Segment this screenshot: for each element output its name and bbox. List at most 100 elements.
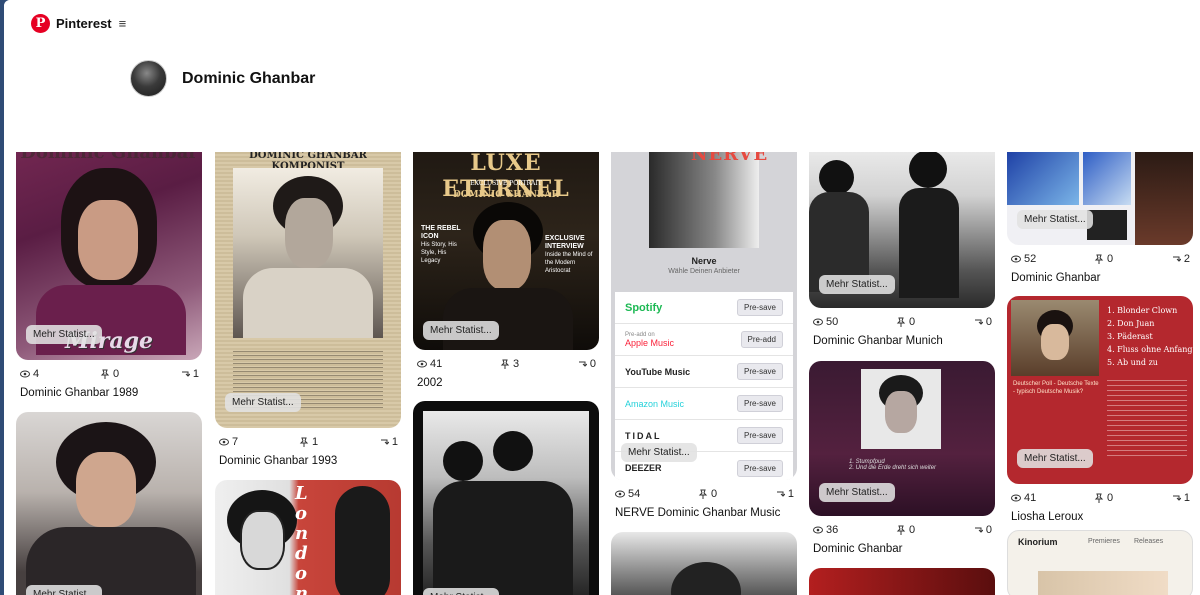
pin-title[interactable]: NERVE Dominic Ghanbar Music xyxy=(611,507,797,519)
more-stats-button[interactable]: Mehr Statist... xyxy=(621,443,697,462)
more-stats-button[interactable]: Mehr Statist... xyxy=(26,325,102,344)
menu-icon[interactable]: ≡ xyxy=(119,16,127,31)
service-row-amazon-music[interactable]: Amazon Music Pre-save xyxy=(615,388,793,420)
track-title: 2. Don Juan xyxy=(1107,319,1155,328)
pin-image[interactable] xyxy=(809,568,995,595)
service-row-apple-music[interactable]: Pre-add on Apple Music Pre-add xyxy=(615,324,793,356)
pin-image[interactable]: LUXE ETERNEL EXCLUSIVE PORTRAIT DOMINIC … xyxy=(413,120,599,350)
pin-card[interactable]: Mehr Statist... xyxy=(16,412,202,595)
portrait-face xyxy=(240,510,285,570)
more-stats-button[interactable]: Mehr Statist... xyxy=(26,585,102,595)
pin-card[interactable]: DOMINIC GHANBAR KOMPONIST Mehr Statist..… xyxy=(215,128,401,467)
pin-card[interactable]: Mehr Statist... 52 0 2 Dominic Ghanbar xyxy=(1007,120,1193,284)
pin-icon xyxy=(896,317,906,327)
eye-icon xyxy=(1011,255,1021,263)
cover-tagline: Inside the Mind of the Modern Aristocrat xyxy=(545,252,593,274)
avatar[interactable] xyxy=(130,60,167,97)
pin-title[interactable]: Dominic Ghanbar Munich xyxy=(809,335,995,347)
releases-tab: Releases xyxy=(1134,538,1164,545)
shares-count: 0 xyxy=(985,524,992,536)
pin-card[interactable]: LUXE ETERNEL EXCLUSIVE PORTRAIT DOMINIC … xyxy=(413,120,599,389)
pin-card[interactable] xyxy=(611,532,797,595)
more-stats-button[interactable]: Mehr Statist... xyxy=(423,321,499,340)
pin-icon xyxy=(100,369,110,379)
profile-header: Dominic Ghanbar xyxy=(130,60,315,97)
pinterest-logo-icon[interactable]: P xyxy=(31,13,50,33)
track-title: 2. Und die Erde dreht sich weiter xyxy=(849,465,937,471)
pin-image[interactable]: Mehr Statist... xyxy=(16,412,202,595)
apple-music-label-group: Pre-add on Apple Music xyxy=(625,332,674,348)
service-row-spotify[interactable]: Spotify Pre-save xyxy=(615,292,793,324)
pin-stats: 7 1 1 xyxy=(215,435,401,449)
pin-image[interactable]: Dominic Ghanbar Mirage Mehr Statist... xyxy=(16,120,202,360)
pin-image[interactable]: NERVE Nerve Wähle Deinen Anbieter Spotif… xyxy=(611,120,797,480)
views-count: 7 xyxy=(232,436,239,448)
more-stats-button[interactable]: Mehr Statist... xyxy=(819,483,895,502)
magazine-subtitle: EXCLUSIVE PORTRAIT xyxy=(470,180,542,187)
pin-image[interactable]: London xyxy=(215,480,401,595)
pin-image[interactable]: 1. Stumpfpud 2. Und die Erde dreht sich … xyxy=(809,361,995,516)
album-title-text: NERVE xyxy=(691,144,769,165)
pin-title[interactable]: Dominic Ghanbar 1989 xyxy=(16,387,202,399)
repin-icon xyxy=(1172,256,1181,262)
thumbnail xyxy=(1038,571,1168,595)
pin-image[interactable]: DOMINIC GHANBAR KOMPONIST Mehr Statist..… xyxy=(215,128,401,428)
pin-title[interactable]: Dominic Ghanbar xyxy=(809,543,995,555)
track-title: 4. Fluss ohne Anfang xyxy=(1107,345,1193,354)
pin-title[interactable]: Dominic Ghanbar xyxy=(1007,272,1193,284)
pin-card[interactable]: Mehr Statist... xyxy=(413,401,599,595)
more-stats-button[interactable]: Mehr Statist... xyxy=(1017,449,1093,468)
pin-card[interactable]: Kinorium Premieres Releases xyxy=(1007,530,1193,595)
cover-side-text: THE REBEL ICON His Story, His Style, His… xyxy=(421,225,465,265)
more-stats-button[interactable]: Mehr Statist... xyxy=(225,393,301,412)
pin-title[interactable]: Liosha Leroux xyxy=(1007,511,1193,523)
pin-title[interactable]: Dominic Ghanbar 1993 xyxy=(215,455,401,467)
eye-icon xyxy=(813,526,823,534)
portrait-shirt xyxy=(243,268,373,338)
track-title: 1. Blonder Clown xyxy=(1107,306,1178,315)
more-stats-button[interactable]: Mehr Statist... xyxy=(1017,210,1093,229)
pin-title[interactable]: 2002 xyxy=(413,377,599,389)
repin-icon xyxy=(578,361,587,367)
pin-image[interactable] xyxy=(611,532,797,595)
profile-name[interactable]: Dominic Ghanbar xyxy=(182,70,315,88)
pin-card[interactable]: 1. Stumpfpud 2. Und die Erde dreht sich … xyxy=(809,361,995,555)
portrait-face xyxy=(483,220,531,290)
release-subtitle: Wähle Deinen Anbieter xyxy=(668,268,740,275)
preadd-button[interactable]: Pre-add xyxy=(740,331,783,348)
pinterest-window: P Pinterest ≡ Dominic Ghanbar Mirage Meh… xyxy=(4,0,1200,595)
pin-card[interactable]: Deutscher Poll - Deutsche Texte - typisc… xyxy=(1007,296,1193,523)
app-name[interactable]: Pinterest xyxy=(56,16,112,31)
cd-portrait xyxy=(861,369,941,449)
portrait-jacket xyxy=(443,288,573,350)
pin-image[interactable]: Mehr Statist... xyxy=(1007,120,1193,245)
amazon-music-label: Amazon Music xyxy=(625,398,685,409)
presave-button[interactable]: Pre-save xyxy=(736,395,783,412)
presave-button[interactable]: Pre-save xyxy=(736,299,783,316)
pin-stats: 4 0 1 xyxy=(16,367,202,381)
service-row-youtube-music[interactable]: YouTube Music Pre-save xyxy=(615,356,793,388)
track-title: 3. Päderast xyxy=(1107,332,1153,341)
pin-card[interactable]: NERVE Nerve Wähle Deinen Anbieter Spotif… xyxy=(611,120,797,519)
presave-button[interactable]: Pre-save xyxy=(736,427,783,444)
presave-button[interactable]: Pre-save xyxy=(736,459,783,477)
newspaper-photo xyxy=(233,168,383,338)
pin-card[interactable]: London xyxy=(215,480,401,595)
pin-card[interactable]: Mehr Statist... 50 0 0 Dominic Ghanbar M… xyxy=(809,120,995,347)
portrait-face xyxy=(1041,324,1069,360)
eye-icon xyxy=(219,438,229,446)
pin-image[interactable]: Kinorium Premieres Releases xyxy=(1007,530,1193,595)
pin-card[interactable]: Dominic Ghanbar Mirage Mehr Statist... 4… xyxy=(16,120,202,399)
cover-headline: EXCLUSIVE INTERVIEW xyxy=(545,235,585,250)
more-stats-button[interactable]: Mehr Statist... xyxy=(819,275,895,294)
pin-image[interactable]: Mehr Statist... xyxy=(413,401,599,595)
more-stats-button[interactable]: Mehr Statist... xyxy=(423,588,499,595)
presave-button[interactable]: Pre-save xyxy=(736,363,783,380)
pin-image[interactable]: Deutscher Poll - Deutsche Texte - typisc… xyxy=(1007,296,1193,484)
figure-bodies xyxy=(433,481,573,595)
pin-image[interactable]: Mehr Statist... xyxy=(809,120,995,308)
eye-icon xyxy=(813,318,823,326)
thumbnail xyxy=(1007,150,1079,205)
pin-card[interactable] xyxy=(809,568,995,595)
tidal-label: TIDAL xyxy=(625,430,662,441)
